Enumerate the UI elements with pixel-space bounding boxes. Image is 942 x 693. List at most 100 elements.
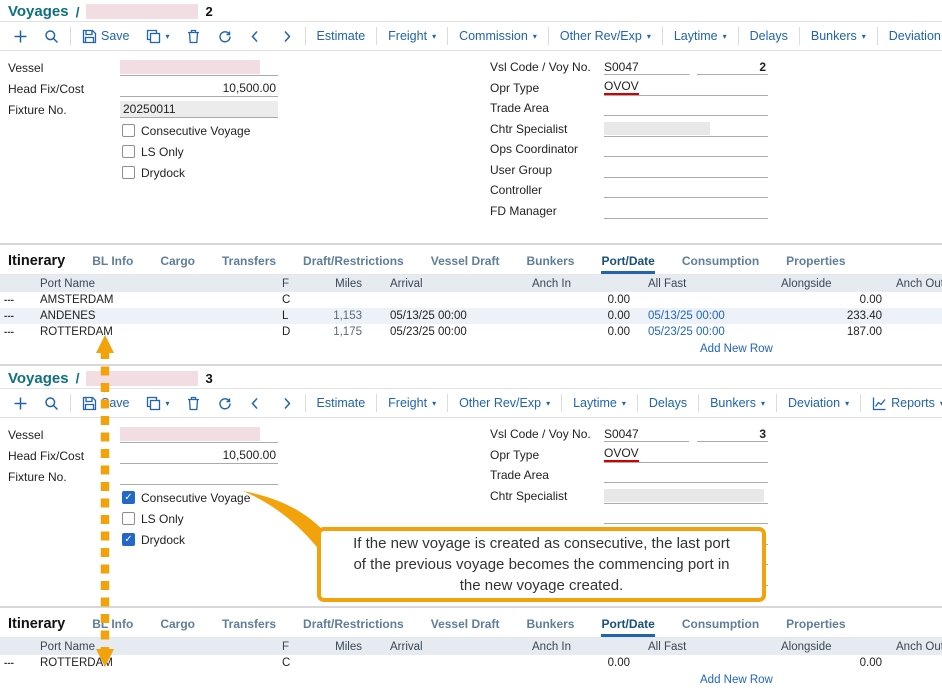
cell-all-fast[interactable] <box>634 655 768 671</box>
menu-estimate[interactable]: Estimate <box>312 396 371 410</box>
cell-f[interactable]: C <box>278 292 304 308</box>
chtr-specialist-field[interactable] <box>604 488 768 504</box>
cell-arrival[interactable] <box>366 655 528 671</box>
fixture-no-field[interactable] <box>120 468 278 485</box>
fd-manager-field[interactable] <box>604 203 768 219</box>
search-button[interactable] <box>39 396 64 411</box>
cell-f[interactable]: L <box>278 308 304 324</box>
ls-only-checkbox[interactable] <box>122 512 135 525</box>
refresh-button[interactable] <box>212 396 237 411</box>
tab-vessel-draft[interactable]: Vessel Draft <box>431 617 500 637</box>
copy-button[interactable]: ▾ <box>141 29 175 44</box>
trade-area-field[interactable] <box>604 100 768 116</box>
ls-only-checkbox[interactable] <box>122 145 135 158</box>
consecutive-voyage-checkbox[interactable] <box>122 491 135 504</box>
cell-port-name[interactable]: AMSTERDAM <box>36 292 278 308</box>
cell-anch-in[interactable]: 0.00 <box>528 292 634 308</box>
add-new-row-link[interactable]: Add New Row <box>0 671 942 689</box>
tab-transfers[interactable]: Transfers <box>222 254 276 274</box>
cell-anch-out[interactable] <box>886 292 942 308</box>
row-grip-icon[interactable]: --- <box>0 292 36 308</box>
trade-area-field[interactable] <box>604 467 768 483</box>
menu-bunkers[interactable]: Bunkers▾ <box>705 396 770 410</box>
cell-all-fast[interactable] <box>634 292 768 308</box>
cell-miles[interactable] <box>304 655 366 671</box>
cell-miles[interactable]: 1,153 <box>304 308 366 324</box>
user-group-field[interactable] <box>604 162 768 178</box>
opr-type-field[interactable]: OVOV <box>604 447 768 463</box>
opr-type-field[interactable]: OVOV <box>604 80 768 96</box>
menu-deviation[interactable]: Deviation▾ <box>783 396 854 410</box>
cell-miles[interactable] <box>304 292 366 308</box>
menu-deviation[interactable]: Deviation▾ <box>884 29 942 43</box>
ops-coordinator-field[interactable] <box>604 141 768 157</box>
cell-port-name[interactable]: ANDENES <box>36 308 278 324</box>
tab-bl-info[interactable]: BL Info <box>92 254 133 274</box>
drydock-checkbox[interactable] <box>122 533 135 546</box>
head-fix-cost-field[interactable]: 10,500.00 <box>120 447 278 464</box>
menu-reports[interactable]: Reports▾ <box>867 396 942 411</box>
delete-button[interactable] <box>181 396 206 411</box>
save-button[interactable]: Save <box>77 396 135 411</box>
tab-transfers[interactable]: Transfers <box>222 617 276 637</box>
cell-alongside[interactable]: 0.00 <box>768 655 886 671</box>
head-fix-cost-field[interactable]: 10,500.00 <box>120 80 278 97</box>
tab-properties[interactable]: Properties <box>786 617 845 637</box>
fixture-no-field[interactable]: 20250011 <box>120 101 278 118</box>
next-button[interactable] <box>274 396 299 411</box>
row-grip-icon[interactable]: --- <box>0 324 36 340</box>
cell-anch-out[interactable] <box>886 324 942 340</box>
tab-consumption[interactable]: Consumption <box>682 617 759 637</box>
cell-port-name[interactable]: ROTTERDAM <box>36 655 278 671</box>
cell-alongside[interactable]: 233.40 <box>768 308 886 324</box>
chtr-specialist-field[interactable] <box>604 121 768 137</box>
cell-anch-in[interactable]: 0.00 <box>528 308 634 324</box>
tab-draft-restrictions[interactable]: Draft/Restrictions <box>303 617 404 637</box>
tab-port-date[interactable]: Port/Date <box>601 254 654 274</box>
vsl-code-field[interactable]: S0047 <box>604 426 689 442</box>
drydock-checkbox[interactable] <box>122 166 135 179</box>
menu-other-rev-exp[interactable]: Other Rev/Exp▾ <box>454 396 555 410</box>
cell-anch-out[interactable] <box>886 655 942 671</box>
vessel-field[interactable] <box>120 59 278 76</box>
refresh-button[interactable] <box>212 29 237 44</box>
cell-alongside[interactable]: 187.00 <box>768 324 886 340</box>
cell-all-fast[interactable]: 05/13/25 00:00 <box>634 308 768 324</box>
menu-freight[interactable]: Freight▾ <box>383 396 441 410</box>
tab-cargo[interactable]: Cargo <box>160 617 195 637</box>
new-button[interactable] <box>8 396 33 411</box>
cell-anch-out[interactable] <box>886 308 942 324</box>
tab-bunkers[interactable]: Bunkers <box>526 617 574 637</box>
cell-alongside[interactable]: 0.00 <box>768 292 886 308</box>
menu-estimate[interactable]: Estimate <box>312 29 371 43</box>
cell-anch-in[interactable]: 0.00 <box>528 324 634 340</box>
tab-bl-info[interactable]: BL Info <box>92 617 133 637</box>
menu-freight[interactable]: Freight▾ <box>383 29 441 43</box>
vsl-code-field[interactable]: S0047 <box>604 59 689 75</box>
voy-no-field[interactable]: 2 <box>697 59 768 75</box>
menu-bunkers[interactable]: Bunkers▾ <box>806 29 871 43</box>
tab-cargo[interactable]: Cargo <box>160 254 195 274</box>
search-button[interactable] <box>39 29 64 44</box>
controller-field[interactable] <box>604 182 768 198</box>
menu-other-rev-exp[interactable]: Other Rev/Exp▾ <box>555 29 656 43</box>
tab-vessel-draft[interactable]: Vessel Draft <box>431 254 500 274</box>
new-button[interactable] <box>8 29 33 44</box>
vessel-field[interactable] <box>120 426 278 443</box>
save-button[interactable]: Save <box>77 29 135 44</box>
next-button[interactable] <box>274 29 299 44</box>
menu-laytime[interactable]: Laytime▾ <box>568 396 631 410</box>
previous-button[interactable] <box>243 29 268 44</box>
tab-properties[interactable]: Properties <box>786 254 845 274</box>
tab-bunkers[interactable]: Bunkers <box>526 254 574 274</box>
menu-commission[interactable]: Commission▾ <box>454 29 542 43</box>
tab-consumption[interactable]: Consumption <box>682 254 759 274</box>
cell-arrival[interactable]: 05/13/25 00:00 <box>366 308 528 324</box>
cell-all-fast[interactable]: 05/23/25 00:00 <box>634 324 768 340</box>
delete-button[interactable] <box>181 29 206 44</box>
menu-delays[interactable]: Delays <box>745 29 793 43</box>
add-new-row-link[interactable]: Add New Row <box>0 340 942 358</box>
row-grip-icon[interactable]: --- <box>0 308 36 324</box>
consecutive-voyage-checkbox[interactable] <box>122 124 135 137</box>
cell-arrival[interactable] <box>366 292 528 308</box>
